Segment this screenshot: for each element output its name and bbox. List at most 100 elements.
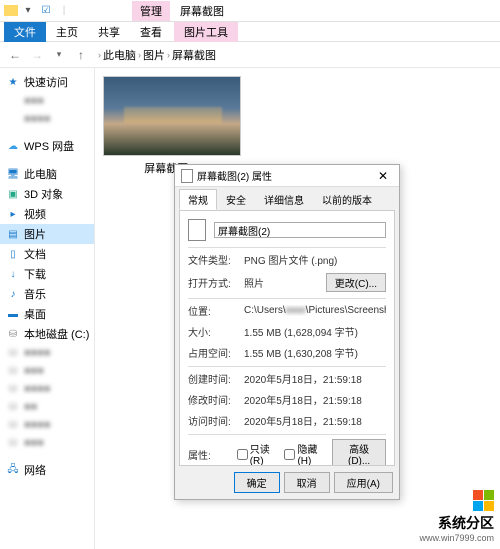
advanced-button[interactable]: 高级(D)...	[332, 439, 386, 466]
sidebar-item-downloads[interactable]: ↓ 下载	[0, 264, 94, 284]
location-label: 位置:	[188, 303, 236, 318]
download-icon: ↓	[6, 267, 20, 281]
sidebar-item-label: 视频	[24, 206, 46, 222]
breadcrumb-screenshots[interactable]: 屏幕截图	[172, 47, 216, 63]
cloud-icon: ☁	[6, 139, 20, 153]
dialog-footer: 确定 取消 应用(A)	[175, 466, 399, 499]
sidebar-item-label: 图片	[24, 226, 46, 242]
properties-dialog: 屏幕截图(2) 属性 ✕ 常规 安全 详细信息 以前的版本 文件类型: PNG …	[174, 164, 400, 500]
breadcrumb-this-pc[interactable]: 此电脑	[103, 47, 136, 63]
dialog-titlebar[interactable]: 屏幕截图(2) 属性 ✕	[175, 165, 399, 187]
sidebar-item-blurred[interactable]: ■■■	[0, 92, 94, 110]
apply-button[interactable]: 应用(A)	[334, 472, 393, 493]
ondisk-label: 占用空间:	[188, 345, 236, 360]
sidebar-item-wps[interactable]: ☁ WPS 网盘	[0, 136, 94, 156]
tab-file[interactable]: 文件	[4, 22, 46, 42]
tab-picture-tools[interactable]: 图片工具	[174, 22, 238, 42]
context-tab-manage[interactable]: 管理	[132, 1, 170, 21]
file-thumbnail	[103, 76, 241, 156]
video-icon: ▸	[6, 207, 20, 221]
sidebar-item-network[interactable]: 🖧 网络	[0, 460, 94, 480]
hidden-input[interactable]	[284, 449, 295, 460]
cube-icon: ▣	[6, 187, 20, 201]
sidebar-item-label: 音乐	[24, 286, 46, 302]
tab-share[interactable]: 共享	[88, 22, 130, 42]
open-with-label: 打开方式:	[188, 275, 236, 290]
sidebar-item-pictures[interactable]: ▤ 图片	[0, 224, 94, 244]
back-button[interactable]: ←	[6, 46, 24, 64]
file-item[interactable]: 屏幕截图(2)	[103, 76, 243, 176]
sidebar-item-blurred[interactable]: ■■■■	[0, 110, 94, 128]
sidebar-item-this-pc[interactable]: 🖥 此电脑	[0, 164, 94, 184]
sidebar-item-label: 下载	[24, 266, 46, 282]
chevron-right-icon: ›	[167, 50, 170, 60]
context-tab-group: 管理 屏幕截图	[132, 1, 232, 21]
dropdown-icon[interactable]: ▾	[20, 3, 36, 19]
breadcrumb[interactable]: › 此电脑 › 图片 › 屏幕截图	[98, 47, 216, 63]
location-value: C:\Users\xxxx\Pictures\Screenshots	[244, 305, 386, 316]
recent-dropdown[interactable]: ▾	[50, 46, 68, 64]
breadcrumb-pictures[interactable]: 图片	[143, 47, 165, 63]
dialog-body: 文件类型: PNG 图片文件 (.png) 打开方式: 照片 更改(C)... …	[179, 210, 395, 466]
created-value: 2020年5月18日，21:59:18	[244, 371, 386, 386]
address-bar: ← → ▾ ↑ › 此电脑 › 图片 › 屏幕截图	[0, 42, 500, 68]
desktop-icon: ▬	[6, 307, 20, 321]
sidebar-item-label: 快速访问	[24, 74, 68, 90]
up-button[interactable]: ↑	[72, 46, 90, 64]
tab-security[interactable]: 安全	[217, 189, 255, 210]
document-icon: ▯	[6, 247, 20, 261]
sidebar-item-music[interactable]: ♪ 音乐	[0, 284, 94, 304]
sidebar-item-videos[interactable]: ▸ 视频	[0, 204, 94, 224]
close-button[interactable]: ✕	[373, 169, 393, 183]
type-label: 文件类型:	[188, 252, 236, 267]
file-type-icon	[188, 219, 206, 241]
sidebar-item-blurred[interactable]: ⛁■■■	[0, 362, 94, 380]
ribbon-tabs: 文件 主页 共享 查看 图片工具	[0, 22, 500, 42]
sidebar-item-label: 文档	[24, 246, 46, 262]
disk-icon: ⛁	[6, 327, 20, 341]
filename-input[interactable]	[214, 222, 386, 238]
tab-view[interactable]: 查看	[130, 22, 172, 42]
watermark: 系统分区 www.win7999.com	[419, 490, 494, 543]
sidebar-item-desktop[interactable]: ▬ 桌面	[0, 304, 94, 324]
sidebar-item-blurred[interactable]: ⛁■■■	[0, 434, 94, 452]
sidebar-item-blurred[interactable]: ⛁■■■■	[0, 416, 94, 434]
tab-general[interactable]: 常规	[179, 189, 217, 210]
created-label: 创建时间:	[188, 371, 236, 386]
size-label: 大小:	[188, 324, 236, 339]
sidebar-item-blurred[interactable]: ⛁■■	[0, 398, 94, 416]
properties-icon[interactable]: ☑	[38, 3, 54, 19]
watermark-title: 系统分区	[419, 513, 494, 533]
accessed-label: 访问时间:	[188, 413, 236, 428]
readonly-input[interactable]	[237, 449, 248, 460]
change-button[interactable]: 更改(C)...	[326, 273, 386, 292]
tab-details[interactable]: 详细信息	[255, 189, 313, 210]
chevron-right-icon: ›	[98, 50, 101, 60]
ok-button[interactable]: 确定	[234, 472, 280, 493]
accessed-value: 2020年5月18日，21:59:18	[244, 413, 386, 428]
cancel-button[interactable]: 取消	[284, 472, 330, 493]
watermark-url: www.win7999.com	[419, 533, 494, 543]
window-titlebar: ▾ ☑ | 管理 屏幕截图	[0, 0, 500, 22]
window-title: 屏幕截图	[172, 1, 232, 21]
open-with-value: 照片	[244, 275, 318, 290]
file-icon	[181, 169, 193, 183]
separator: |	[56, 3, 72, 19]
sidebar-item-blurred[interactable]: ⛁■■■■	[0, 344, 94, 362]
sidebar-item-documents[interactable]: ▯ 文档	[0, 244, 94, 264]
tab-previous-versions[interactable]: 以前的版本	[313, 189, 381, 210]
tab-home[interactable]: 主页	[46, 22, 88, 42]
forward-button[interactable]: →	[28, 46, 46, 64]
sidebar-item-3d-objects[interactable]: ▣ 3D 对象	[0, 184, 94, 204]
sidebar-item-label: 本地磁盘 (C:)	[24, 326, 89, 342]
star-icon: ★	[6, 75, 20, 89]
readonly-checkbox[interactable]: 只读(R)	[237, 441, 277, 466]
hidden-checkbox[interactable]: 隐藏(H)	[284, 441, 324, 466]
sidebar-item-quick-access[interactable]: ★ 快速访问	[0, 72, 94, 92]
type-value: PNG 图片文件 (.png)	[244, 252, 386, 267]
sidebar-item-blurred[interactable]: ⛁■■■■	[0, 380, 94, 398]
modified-label: 修改时间:	[188, 392, 236, 407]
navigation-pane: ★ 快速访问 ■■■ ■■■■ ☁ WPS 网盘 🖥 此电脑 ▣ 3D 对象 ▸	[0, 68, 95, 549]
picture-icon: ▤	[6, 227, 20, 241]
sidebar-item-local-disk-c[interactable]: ⛁ 本地磁盘 (C:)	[0, 324, 94, 344]
